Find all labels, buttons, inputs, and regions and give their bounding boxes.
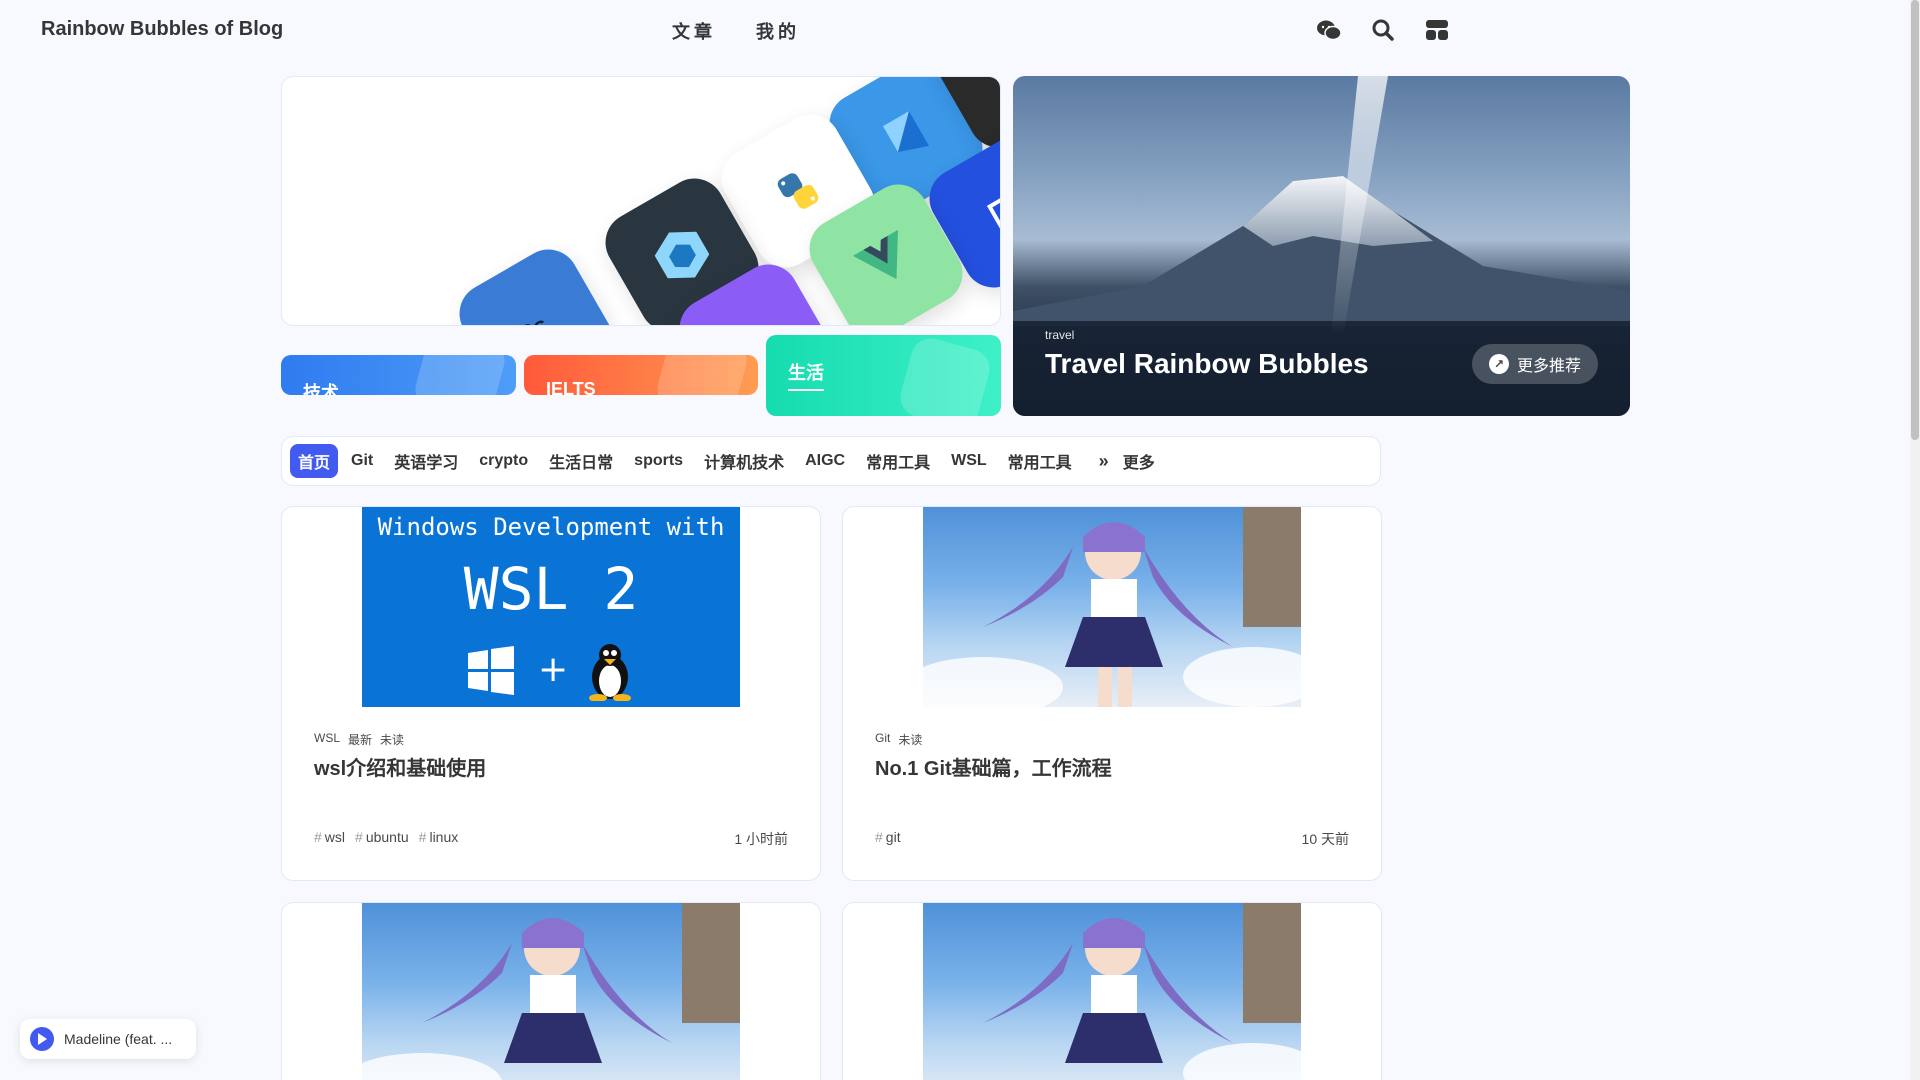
post-date: 10 天前 — [1301, 831, 1349, 847]
more-recommend-label: 更多推荐 — [1516, 358, 1581, 375]
post-cover-image — [923, 507, 1301, 707]
more-recommend-button[interactable]: ↗ 更多推荐 — [1472, 344, 1598, 384]
post-meta: Git 未读 — [875, 731, 922, 748]
layout-icon[interactable] — [1424, 18, 1450, 42]
post-title[interactable]: No.1 Git基础篇，工作流程 — [875, 752, 1112, 781]
cover-text-title: WSL 2 — [463, 555, 639, 623]
post-cover-image: Windows Development with WSL 2 + — [362, 507, 740, 707]
hash-icon: # — [355, 829, 363, 845]
post-badge-unread: 未读 — [898, 733, 923, 747]
post-category[interactable]: WSL — [314, 731, 340, 748]
category-tabs: 首页 Git 英语学习 crypto 生活日常 sports 计算机技术 AIG… — [281, 436, 1381, 486]
category-label-ielts: IELTS — [546, 379, 596, 395]
tab-crypto[interactable]: crypto — [471, 447, 536, 475]
post-badge-unread: 未读 — [380, 733, 405, 747]
category-card-ielts[interactable]: IELTS — [524, 355, 758, 395]
post-meta: WSL 最新 未读 — [314, 731, 404, 748]
post-tag[interactable]: # git — [875, 829, 901, 845]
tab-computer-tech[interactable]: 计算机技术 — [696, 444, 792, 478]
menu-item-mine[interactable]: 我的 — [756, 18, 800, 44]
play-icon[interactable] — [30, 1027, 54, 1051]
tab-english[interactable]: 英语学习 — [386, 444, 466, 478]
post-tag[interactable]: # wsl — [314, 829, 345, 845]
search-icon[interactable] — [1370, 18, 1396, 42]
category-card-life[interactable]: 生活 — [766, 335, 1001, 416]
anime-illustration — [923, 507, 1301, 707]
tab-wsl[interactable]: WSL — [943, 447, 995, 475]
tab-more[interactable]: 更多 — [1115, 444, 1163, 478]
site-brand[interactable]: Rainbow Bubbles of Blog — [41, 18, 283, 41]
arrow-up-right-icon: ↗ — [1488, 354, 1509, 374]
post-tag-label: linux — [429, 829, 459, 845]
tab-life-daily[interactable]: 生活日常 — [541, 444, 621, 478]
anime-illustration — [362, 903, 740, 1080]
tab-aigc[interactable]: AIGC — [797, 447, 853, 475]
travel-feature-card[interactable]: travel Travel Rainbow Bubbles ↗ 更多推荐 — [1013, 76, 1630, 416]
tab-tools-2[interactable]: 常用工具 — [1000, 444, 1080, 478]
track-name: Madeline (feat. ... — [64, 1031, 173, 1047]
windows-logo-icon — [468, 646, 514, 695]
cover-text-line: Windows Development with — [377, 513, 725, 541]
post-tag-label: git — [885, 829, 901, 845]
post-tag[interactable]: # ubuntu — [355, 829, 409, 845]
category-deco — [411, 355, 509, 395]
plus-sign: + — [538, 649, 569, 690]
main-menu: 文章 我的 — [672, 18, 800, 44]
tab-git[interactable]: Git — [343, 447, 381, 475]
menu-item-articles[interactable]: 文章 — [672, 18, 716, 44]
category-deco — [896, 335, 994, 416]
post-tag[interactable]: # linux — [419, 829, 459, 845]
post-cover-image — [923, 903, 1301, 1080]
music-player[interactable]: Madeline (feat. ... — [20, 1019, 196, 1059]
post-card[interactable]: Windows Development with WSL 2 + WSL 最新 … — [281, 506, 821, 881]
post-card[interactable] — [842, 902, 1382, 1080]
post-card[interactable]: Git 未读 No.1 Git基础篇，工作流程 # git 10 天前 — [842, 506, 1382, 881]
post-title[interactable]: wsl介绍和基础使用 — [314, 752, 486, 781]
category-label-tech: 技术 — [303, 383, 339, 395]
category-label-life: 生活 — [788, 359, 824, 391]
post-tags: # wsl # ubuntu # linux — [314, 829, 458, 845]
category-deco — [653, 355, 751, 395]
tux-penguin-icon — [589, 644, 631, 701]
post-date: 1 小时前 — [734, 831, 788, 847]
hash-icon: # — [418, 829, 427, 845]
vertical-scrollbar[interactable] — [1910, 0, 1920, 1080]
hash-icon: # — [314, 829, 322, 845]
tab-sports[interactable]: sports — [626, 447, 691, 475]
hash-icon: # — [875, 829, 883, 845]
post-tags: # git — [875, 829, 901, 845]
tab-home[interactable]: 首页 — [290, 444, 339, 478]
post-badge-new: 最新 — [348, 733, 373, 747]
post-category[interactable]: Git — [875, 731, 890, 748]
category-card-tech[interactable]: 技术 — [281, 355, 516, 395]
post-card[interactable] — [281, 902, 821, 1080]
travel-tag: travel — [1045, 328, 1075, 342]
post-cover-image — [362, 903, 740, 1080]
travel-title: Travel Rainbow Bubbles — [1045, 348, 1369, 379]
anime-illustration — [983, 903, 1301, 1080]
svg-text:Ps: Ps — [514, 311, 553, 326]
top-nav: Rainbow Bubbles of Blog 文章 我的 — [0, 0, 1910, 60]
nav-icons — [1316, 18, 1450, 42]
post-tag-label: ubuntu — [365, 829, 409, 845]
tab-tools[interactable]: 常用工具 — [858, 444, 938, 478]
post-tag-label: wsl — [324, 829, 346, 845]
photoshop-icon: Ps — [448, 238, 624, 326]
wechat-icon[interactable] — [1316, 18, 1342, 42]
hero-banner[interactable]: Ps — [281, 76, 1001, 326]
double-chevron-right-icon[interactable]: » — [1099, 451, 1109, 472]
